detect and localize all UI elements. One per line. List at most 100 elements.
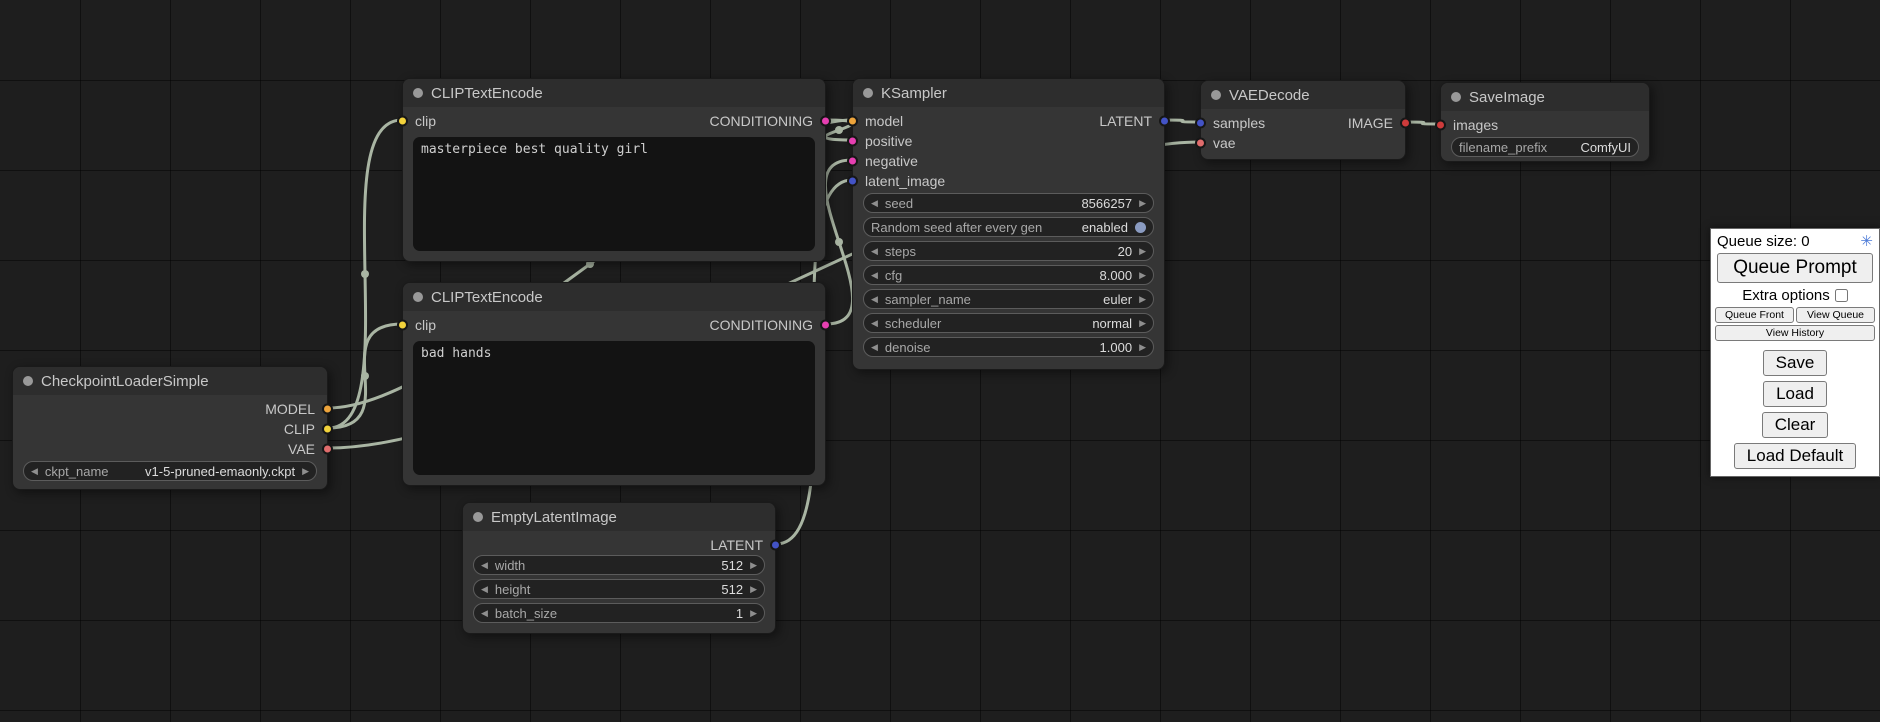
node-title-bar[interactable]: KSampler: [853, 79, 1164, 107]
prompt-textarea[interactable]: bad hands: [413, 341, 815, 475]
view-history-button[interactable]: View History: [1715, 325, 1875, 341]
port-images-input[interactable]: [1435, 120, 1446, 131]
widget-height[interactable]: ◀ height 512 ▶: [473, 579, 765, 599]
toggle-on-icon[interactable]: [1135, 222, 1146, 233]
widget-steps[interactable]: ◀ steps 20 ▶: [863, 241, 1154, 261]
port-vae-input[interactable]: [1195, 138, 1206, 149]
port-negative-input[interactable]: [847, 156, 858, 167]
slot-row: model LATENT: [853, 111, 1164, 131]
widget-label: ckpt_name: [45, 464, 109, 479]
increment-arrow-icon[interactable]: ▶: [1139, 271, 1146, 280]
collapse-dot-icon[interactable]: [413, 292, 423, 302]
decrement-arrow-icon[interactable]: ◀: [31, 467, 38, 476]
widget-batch-size[interactable]: ◀ batch_size 1 ▶: [473, 603, 765, 623]
increment-arrow-icon[interactable]: ▶: [302, 467, 309, 476]
port-latent-image-input[interactable]: [847, 176, 858, 187]
port-clip-output[interactable]: [322, 424, 333, 435]
slot-row: VAE: [13, 439, 327, 459]
collapse-dot-icon[interactable]: [23, 376, 33, 386]
widget-scheduler[interactable]: ◀ scheduler normal ▶: [863, 313, 1154, 333]
decrement-arrow-icon[interactable]: ◀: [481, 561, 488, 570]
widget-random-seed-toggle[interactable]: Random seed after every gen enabled: [863, 217, 1154, 237]
output-label-clip: CLIP: [284, 421, 315, 437]
slot-row: LATENT: [463, 535, 775, 555]
node-ksampler[interactable]: KSampler model LATENT positive negative …: [852, 78, 1165, 370]
node-clip-text-encode-positive[interactable]: CLIPTextEncode clip CONDITIONING masterp…: [402, 78, 826, 262]
collapse-dot-icon[interactable]: [863, 88, 873, 98]
widget-cfg[interactable]: ◀ cfg 8.000 ▶: [863, 265, 1154, 285]
port-image-output[interactable]: [1400, 118, 1411, 129]
decrement-arrow-icon[interactable]: ◀: [481, 609, 488, 618]
port-samples-input[interactable]: [1195, 118, 1206, 129]
decrement-arrow-icon[interactable]: ◀: [871, 295, 878, 304]
node-title-bar[interactable]: EmptyLatentImage: [463, 503, 775, 531]
node-title-bar[interactable]: CheckpointLoaderSimple: [13, 367, 327, 395]
port-positive-input[interactable]: [847, 136, 858, 147]
port-clip-input[interactable]: [397, 320, 408, 331]
increment-arrow-icon[interactable]: ▶: [1139, 319, 1146, 328]
save-button[interactable]: Save: [1763, 350, 1828, 376]
widget-value: 20: [923, 244, 1132, 259]
port-model-output[interactable]: [322, 404, 333, 415]
collapse-dot-icon[interactable]: [413, 88, 423, 98]
decrement-arrow-icon[interactable]: ◀: [871, 343, 878, 352]
decrement-arrow-icon[interactable]: ◀: [871, 271, 878, 280]
increment-arrow-icon[interactable]: ▶: [750, 609, 757, 618]
load-default-button[interactable]: Load Default: [1734, 443, 1856, 469]
widget-value: enabled: [1049, 220, 1128, 235]
settings-gear-icon[interactable]: ✳: [1860, 234, 1873, 249]
port-clip-input[interactable]: [397, 116, 408, 127]
clear-button[interactable]: Clear: [1762, 412, 1829, 438]
node-title-bar[interactable]: CLIPTextEncode: [403, 79, 825, 107]
port-conditioning-output[interactable]: [820, 116, 831, 127]
collapse-dot-icon[interactable]: [1451, 92, 1461, 102]
decrement-arrow-icon[interactable]: ◀: [871, 247, 878, 256]
widget-seed[interactable]: ◀ seed 8566257 ▶: [863, 193, 1154, 213]
widget-label: seed: [885, 196, 913, 211]
node-title-bar[interactable]: VAEDecode: [1201, 81, 1405, 109]
decrement-arrow-icon[interactable]: ◀: [481, 585, 488, 594]
slot-area: MODEL CLIP VAE: [13, 395, 327, 459]
node-save-image[interactable]: SaveImage images filename_prefix ComfyUI: [1440, 82, 1650, 162]
node-title-bar[interactable]: CLIPTextEncode: [403, 283, 825, 311]
slot-area: samples IMAGE vae: [1201, 109, 1405, 153]
node-title: EmptyLatentImage: [491, 509, 617, 526]
port-conditioning-output[interactable]: [820, 320, 831, 331]
widget-filename-prefix[interactable]: filename_prefix ComfyUI: [1451, 137, 1639, 157]
widget-sampler-name[interactable]: ◀ sampler_name euler ▶: [863, 289, 1154, 309]
port-model-input[interactable]: [847, 116, 858, 127]
queue-front-button[interactable]: Queue Front: [1715, 307, 1794, 323]
node-checkpoint-loader-simple[interactable]: CheckpointLoaderSimple MODEL CLIP VAE ◀ …: [12, 366, 328, 490]
widget-ckpt-name[interactable]: ◀ ckpt_name v1-5-pruned-emaonly.ckpt ▶: [23, 461, 317, 481]
node-title-bar[interactable]: SaveImage: [1441, 83, 1649, 111]
port-latent-output[interactable]: [1159, 116, 1170, 127]
widget-denoise[interactable]: ◀ denoise 1.000 ▶: [863, 337, 1154, 357]
collapse-dot-icon[interactable]: [473, 512, 483, 522]
increment-arrow-icon[interactable]: ▶: [750, 561, 757, 570]
increment-arrow-icon[interactable]: ▶: [1139, 199, 1146, 208]
input-label-vae: vae: [1213, 135, 1236, 151]
node-vae-decode[interactable]: VAEDecode samples IMAGE vae: [1200, 80, 1406, 160]
slot-row: positive: [853, 131, 1164, 151]
queue-prompt-button[interactable]: Queue Prompt: [1717, 253, 1873, 283]
load-button[interactable]: Load: [1763, 381, 1827, 407]
port-latent-output[interactable]: [770, 540, 781, 551]
slot-area: model LATENT positive negative latent_im…: [853, 107, 1164, 191]
extra-options-checkbox[interactable]: [1835, 289, 1848, 302]
collapse-dot-icon[interactable]: [1211, 90, 1221, 100]
node-clip-text-encode-negative[interactable]: CLIPTextEncode clip CONDITIONING bad han…: [402, 282, 826, 486]
view-queue-button[interactable]: View Queue: [1796, 307, 1875, 323]
increment-arrow-icon[interactable]: ▶: [750, 585, 757, 594]
output-label-vae: VAE: [288, 441, 315, 457]
widget-width[interactable]: ◀ width 512 ▶: [473, 555, 765, 575]
increment-arrow-icon[interactable]: ▶: [1139, 343, 1146, 352]
slot-row: samples IMAGE: [1201, 113, 1405, 133]
port-vae-output[interactable]: [322, 444, 333, 455]
prompt-textarea[interactable]: masterpiece best quality girl: [413, 137, 815, 251]
increment-arrow-icon[interactable]: ▶: [1139, 295, 1146, 304]
increment-arrow-icon[interactable]: ▶: [1139, 247, 1146, 256]
node-empty-latent-image[interactable]: EmptyLatentImage LATENT ◀ width 512 ▶ ◀ …: [462, 502, 776, 634]
node-canvas[interactable]: CheckpointLoaderSimple MODEL CLIP VAE ◀ …: [0, 0, 1880, 722]
decrement-arrow-icon[interactable]: ◀: [871, 319, 878, 328]
decrement-arrow-icon[interactable]: ◀: [871, 199, 878, 208]
